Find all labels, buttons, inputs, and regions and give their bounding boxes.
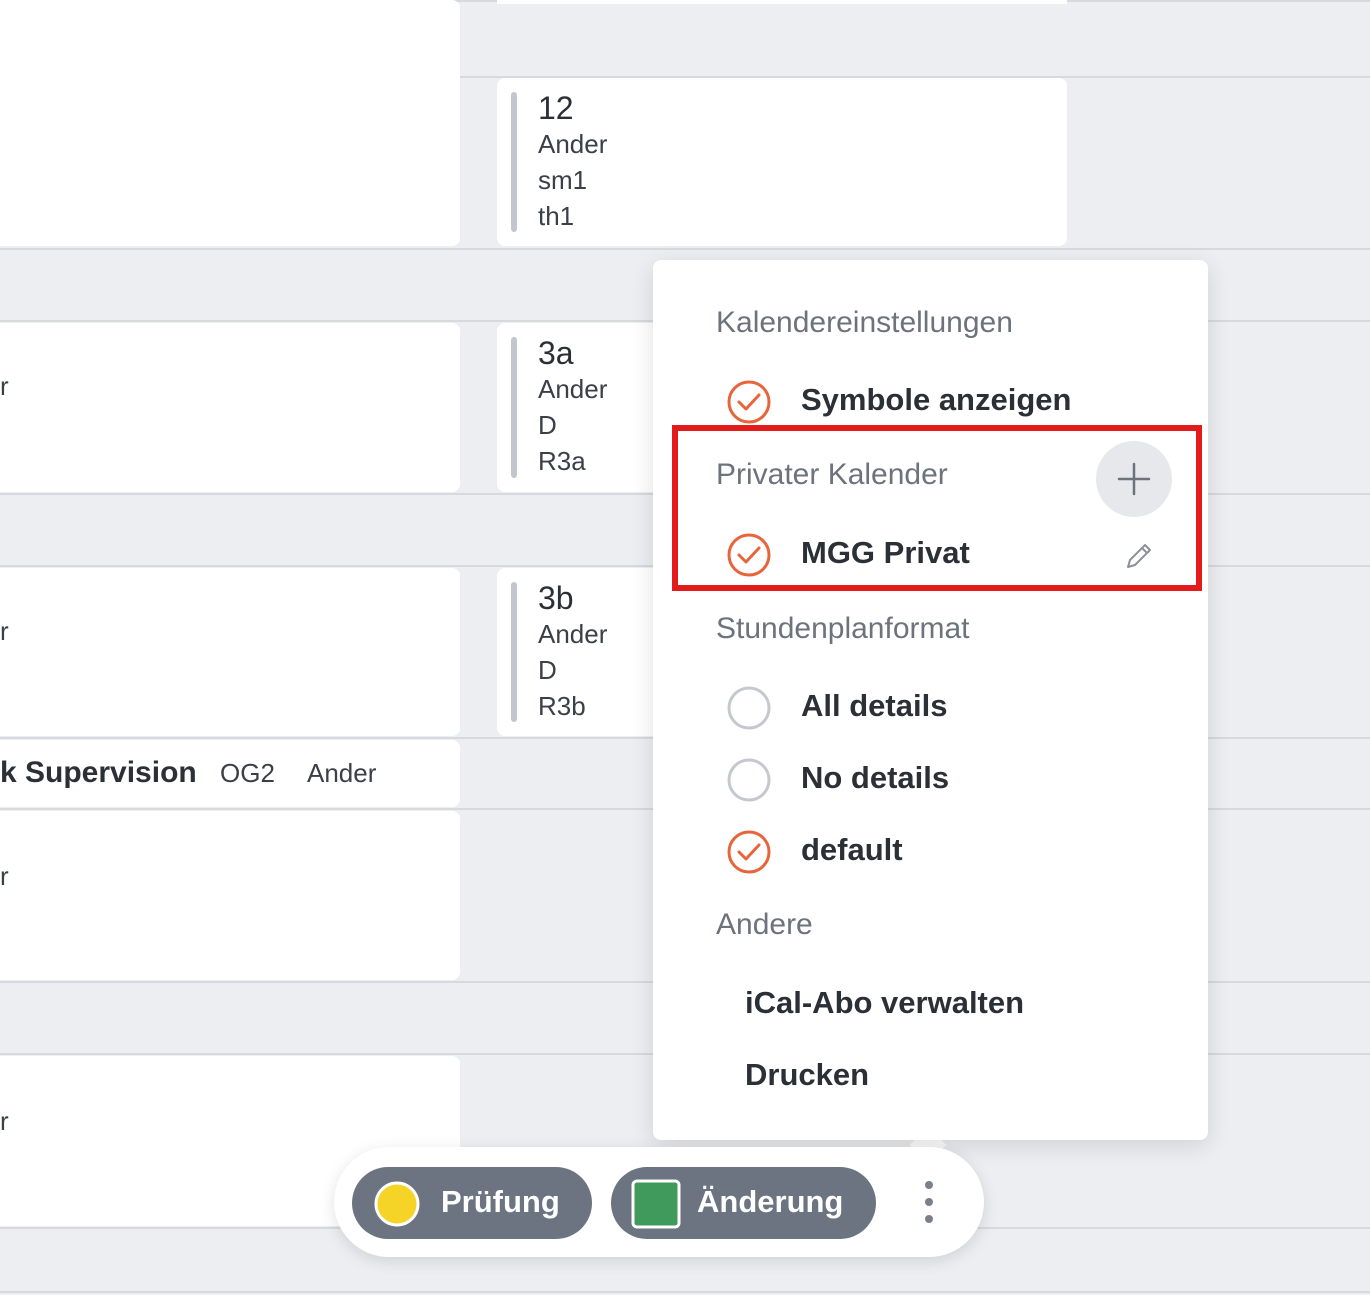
supervision-teacher: Ander (307, 758, 377, 788)
highlight-box (672, 425, 1202, 591)
lesson-title: 12 (538, 90, 574, 126)
option-default[interactable]: default (801, 832, 903, 868)
lesson-room: th1 (538, 201, 575, 231)
section-title-calendar-settings: Kalendereinstellungen (716, 306, 1013, 339)
supervision-card[interactable]: k Supervision OG2 Ander (0, 740, 460, 807)
ical-subscription-link[interactable]: iCal-Abo verwalten (745, 985, 1024, 1021)
lesson-card[interactable]: r (0, 568, 460, 736)
lesson-text-fragment: r (0, 1106, 9, 1136)
check-circle-icon[interactable] (725, 378, 773, 426)
more-vertical-icon[interactable] (909, 1177, 949, 1227)
lesson-subject: sm1 (538, 165, 588, 195)
grid-line (0, 1291, 1370, 1293)
exam-color-swatch (374, 1181, 420, 1227)
section-title-other: Andere (716, 908, 813, 941)
lesson-text-fragment: r (0, 371, 9, 401)
legend-item-aenderung[interactable]: Änderung (611, 1167, 876, 1239)
lesson-card (497, 0, 1067, 4)
option-all-details[interactable]: All details (801, 688, 947, 724)
supervision-room: OG2 (220, 758, 275, 788)
option-show-symbols[interactable]: Symbole anzeigen (801, 382, 1071, 418)
lesson-color-bar (511, 92, 517, 232)
lesson-card[interactable] (0, 0, 460, 246)
lesson-card[interactable]: r (0, 811, 460, 980)
option-no-details[interactable]: No details (801, 760, 949, 796)
lesson-card-12[interactable]: 12 Ander sm1 th1 (497, 78, 1067, 246)
lesson-color-bar (511, 582, 517, 722)
print-link[interactable]: Drucken (745, 1057, 869, 1093)
empty-circle-icon[interactable] (725, 684, 773, 732)
change-color-swatch (631, 1179, 681, 1229)
legend-item-pruefung[interactable]: Prüfung (352, 1167, 592, 1239)
lesson-text-fragment: r (0, 616, 9, 646)
supervision-title: k Supervision (0, 756, 197, 789)
legend-bar: Prüfung Änderung (334, 1147, 984, 1257)
empty-circle-icon[interactable] (725, 756, 773, 804)
legend-label: Änderung (697, 1184, 844, 1219)
calendar-settings-menu: Kalendereinstellungen Symbole anzeigen P… (653, 260, 1208, 1140)
section-title-timetable-format: Stundenplanformat (716, 612, 970, 645)
lesson-color-bar (511, 337, 517, 478)
grid-line (0, 248, 1370, 250)
lesson-teacher: Ander (538, 129, 608, 159)
lesson-card[interactable]: r (0, 323, 460, 492)
lesson-text-fragment: r (0, 861, 9, 891)
legend-label: Prüfung (441, 1184, 560, 1219)
check-circle-icon[interactable] (725, 828, 773, 876)
